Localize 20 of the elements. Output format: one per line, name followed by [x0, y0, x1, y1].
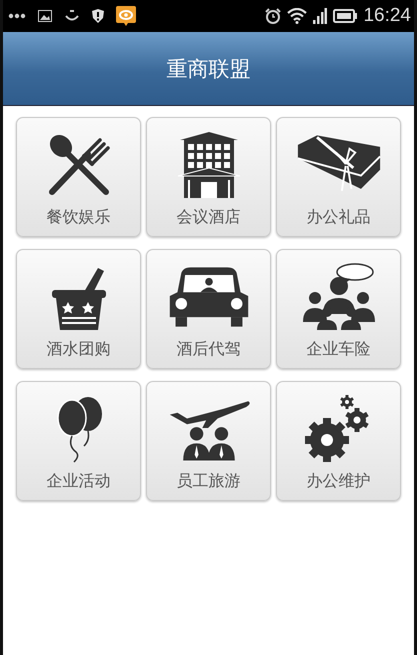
- category-tile[interactable]: 餐饮娱乐: [16, 117, 141, 237]
- category-tile[interactable]: 会议酒店: [146, 117, 271, 237]
- image-icon: [38, 10, 52, 22]
- more-icon: [8, 13, 26, 19]
- category-tile[interactable]: 办公礼品: [276, 117, 401, 237]
- tray-icon: [64, 9, 80, 23]
- category-tile[interactable]: 企业活动: [16, 381, 141, 501]
- eye-app-icon: [116, 6, 136, 26]
- clock-time: 16:24: [363, 5, 411, 27]
- category-tile[interactable]: 酒后代驾: [146, 249, 271, 369]
- alarm-icon: [265, 8, 282, 24]
- battery-icon: [333, 9, 358, 23]
- category-tile[interactable]: 员工旅游: [146, 381, 271, 501]
- signal-icon: [313, 8, 328, 24]
- category-tile[interactable]: 办公维护: [276, 381, 401, 501]
- app-title: 重商联盟: [166, 56, 250, 82]
- shield-icon: [92, 9, 104, 23]
- wifi-icon: [287, 8, 308, 24]
- category-tile[interactable]: 企业车险: [276, 249, 401, 369]
- category-tile[interactable]: 酒水团购: [16, 249, 141, 369]
